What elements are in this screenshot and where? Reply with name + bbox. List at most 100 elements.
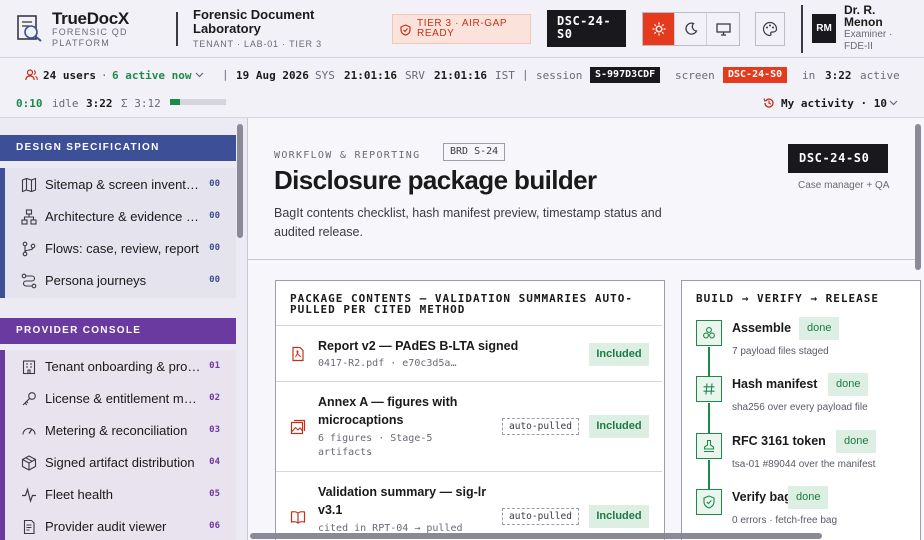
package-item-title: Annex A — figures with microcaptions xyxy=(318,395,458,427)
sidebar-section-provider-console[interactable]: PROVIDER CONSOLE xyxy=(0,318,236,344)
main-scrollbar[interactable] xyxy=(915,124,921,270)
status-badge: Included xyxy=(589,505,649,528)
users-count: 24 users xyxy=(43,69,96,82)
sidebar-item-label: Provider audit viewer xyxy=(45,519,167,534)
active-now[interactable]: 6 active now xyxy=(112,69,191,82)
truedocx-logo-icon xyxy=(17,15,42,42)
sidebar-item-count: 06 xyxy=(209,521,220,531)
my-activity-button[interactable]: My activity · 10 xyxy=(781,97,887,110)
status-badge: Included xyxy=(589,343,649,366)
brd-chip: BRD S-24 xyxy=(443,143,506,161)
sidebar-item-label: Metering & reconciliation xyxy=(45,423,188,438)
flow-icon xyxy=(22,241,36,257)
sidebar-item-label: Sitemap & screen inventory xyxy=(45,177,201,192)
sidebar-item-architecture[interactable]: Architecture & evidence s... 00 xyxy=(5,201,236,233)
case-id-chip[interactable]: DSC-24-S0 xyxy=(788,144,888,173)
package-item-annex[interactable]: Annex A — figures with microcaptions 6 f… xyxy=(276,381,662,471)
theme-light-button[interactable] xyxy=(643,13,675,45)
book-icon xyxy=(290,511,306,524)
brand-subtitle: FORENSIC QD PLATFORM xyxy=(52,27,128,48)
status-badge: done xyxy=(799,317,840,340)
chevron-down-icon[interactable] xyxy=(889,100,898,106)
session-label: session xyxy=(536,69,583,82)
lab-subtitle: TENANT · LAB-01 · TIER 3 xyxy=(193,39,322,49)
sidebar-item-count: 05 xyxy=(209,489,220,499)
status-dot: · xyxy=(101,69,108,82)
package-icon xyxy=(21,455,37,471)
step-meta: 0 errors · fetch-free bag xyxy=(732,515,838,526)
build-verify-release-panel: BUILD → VERIFY → RELEASE Assemble done 7… xyxy=(681,280,921,540)
status-badge: done xyxy=(788,486,829,509)
theme-system-button[interactable] xyxy=(707,13,739,45)
sidebar-item-count: 02 xyxy=(209,393,220,403)
theme-dark-button[interactable] xyxy=(675,13,707,45)
package-item-validation-summary[interactable]: Validation summary — sig-lr v3.1 cited i… xyxy=(276,471,662,540)
history-icon xyxy=(763,98,774,108)
status-badge: Included xyxy=(589,415,649,438)
step-meta: sha256 over every payload file xyxy=(732,402,868,413)
building-icon xyxy=(22,360,36,375)
sidebar-item-provider-audit[interactable]: Provider audit viewer 06 xyxy=(5,511,236,540)
palette-icon xyxy=(762,21,778,37)
idle-label: idle xyxy=(52,97,79,110)
step-name: Verify bag xyxy=(732,490,792,504)
session-progress-fill xyxy=(170,99,181,105)
users-icon xyxy=(25,69,38,81)
sidebar-item-sitemap[interactable]: Sitemap & screen inventory 00 xyxy=(5,169,236,201)
sidebar-section-design-specification[interactable]: DESIGN SPECIFICATION xyxy=(0,135,236,161)
case-id-chip[interactable]: DSC-24-S0 xyxy=(547,10,626,47)
srv-time: 21:01:16 xyxy=(434,69,487,82)
step-name: Assemble xyxy=(732,321,792,335)
sidebar-item-label: Fleet health xyxy=(45,487,113,502)
screen-label: screen xyxy=(675,69,715,82)
architecture-icon xyxy=(21,209,37,225)
in-time: 3:22 xyxy=(825,69,852,82)
avatar[interactable]: RM xyxy=(812,14,836,43)
package-item-meta: 0417-R2.pdf · e70c3d5a… xyxy=(318,358,457,369)
sidebar-item-tenant-onboarding[interactable]: Tenant onboarding & prov... 01 xyxy=(5,351,236,383)
sidebar-item-flows[interactable]: Flows: case, review, report 00 xyxy=(5,233,236,265)
package-item-report[interactable]: Report v2 — PAdES B-LTA signed 0417-R2.p… xyxy=(276,325,662,381)
user-name: Dr. R. Menon xyxy=(844,3,883,29)
status-badge: done xyxy=(828,373,869,396)
shield-alert-icon xyxy=(400,24,411,36)
idle-time: 3:22 xyxy=(86,97,113,110)
auto-pulled-badge: auto-pulled xyxy=(502,508,579,525)
horizontal-scrollbar[interactable] xyxy=(250,533,822,539)
sidebar-item-license[interactable]: License & entitlement ma... 02 xyxy=(5,383,236,415)
page-title: Disclosure package builder xyxy=(274,165,597,195)
moon-icon xyxy=(684,22,697,35)
package-item-title: Report v2 — PAdES B-LTA signed xyxy=(318,339,519,353)
sys-time: 21:01:16 xyxy=(344,69,397,82)
chevron-down-icon[interactable] xyxy=(195,72,204,78)
sidebar-item-count: 00 xyxy=(209,211,220,221)
screen-id-chip: DSC-24-S0 xyxy=(723,67,788,83)
sidebar-item-count: 03 xyxy=(209,425,220,435)
sidebar-scrollbar[interactable] xyxy=(237,124,243,238)
page-eyebrow: WORKFLOW & REPORTING xyxy=(274,150,421,161)
sidebar-item-signed-artifacts[interactable]: Signed artifact distribution 04 xyxy=(5,447,236,479)
sidebar-item-count: 00 xyxy=(209,179,220,189)
sidebar-section-body: Tenant onboarding & prov... 01 License &… xyxy=(0,350,236,540)
status-divider: | xyxy=(222,68,229,81)
key-icon xyxy=(22,392,36,406)
sidebar-item-label: Persona journeys xyxy=(45,273,147,288)
status-date: 19 Aug 2026 xyxy=(236,69,309,82)
stamp-icon xyxy=(696,433,722,459)
sidebar-item-count: 00 xyxy=(209,275,220,285)
session-progress-bar xyxy=(170,99,226,105)
status-badge: done xyxy=(836,430,877,453)
brand-name: TrueDocX xyxy=(52,9,129,28)
session-id-chip: S-997D3CDF xyxy=(590,67,661,83)
sidebar-item-persona-journeys[interactable]: Persona journeys 00 xyxy=(5,265,236,297)
assemble-icon xyxy=(696,320,722,346)
page-description: BagIt contents checklist, hash manifest … xyxy=(274,206,662,239)
sidebar-item-metering[interactable]: Metering & reconciliation 03 xyxy=(5,415,236,447)
tier-badge: TIER 3 · AIR-GAP READY xyxy=(392,14,531,44)
status-divider: | xyxy=(522,68,529,81)
palette-button[interactable] xyxy=(755,12,785,46)
sidebar-item-fleet-health[interactable]: Fleet health 05 xyxy=(5,479,236,511)
sidebar-item-count: 00 xyxy=(209,243,220,253)
sidebar-item-label: License & entitlement ma... xyxy=(45,391,201,406)
pulse-icon xyxy=(22,487,36,503)
